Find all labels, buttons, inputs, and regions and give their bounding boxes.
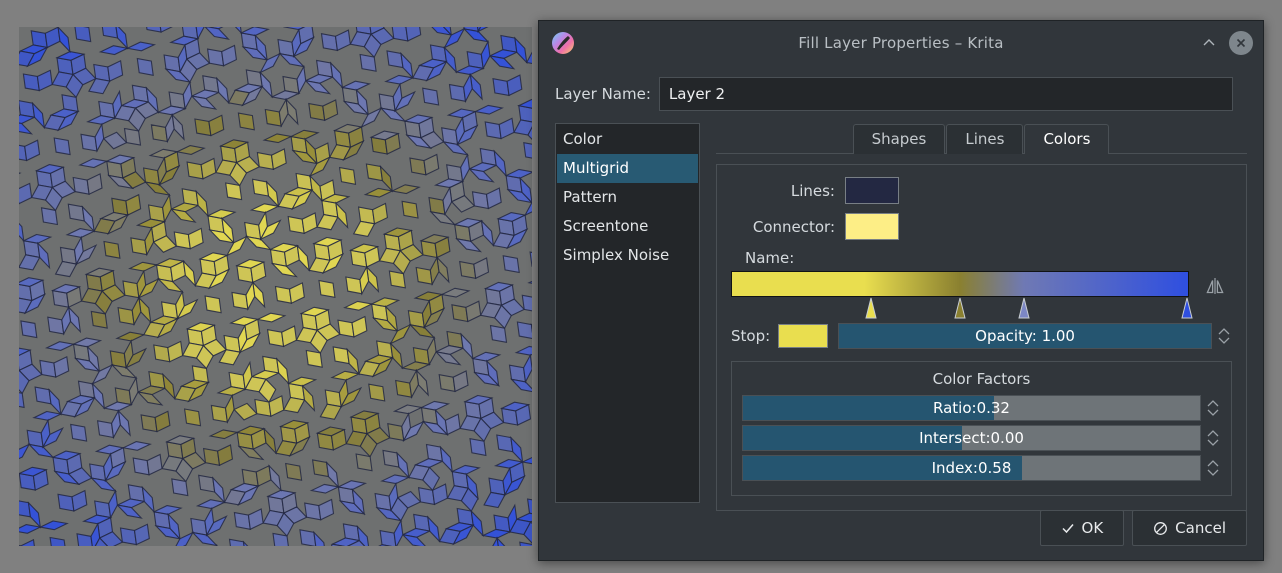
ratio-spinner[interactable] [1205, 395, 1221, 421]
canvas-area[interactable] [0, 0, 533, 573]
color-factors-group: Color Factors Ratio:0.32 [731, 361, 1232, 496]
generator-item-color[interactable]: Color [557, 125, 698, 154]
gradient-stop-marker[interactable] [863, 297, 879, 319]
multigrid-pattern-canvas[interactable] [19, 27, 532, 546]
chevron-up-icon [1207, 460, 1219, 467]
lines-color-swatch[interactable] [845, 177, 899, 204]
chevron-down-icon [1218, 337, 1230, 344]
generator-item-label: Screentone [563, 217, 648, 235]
opacity-slider[interactable]: Opacity: 1.00 [838, 323, 1212, 349]
flip-horizontal-icon[interactable] [1198, 271, 1232, 301]
multigrid-tiling-image [19, 27, 532, 546]
gradient-stop-marker[interactable] [1016, 297, 1032, 319]
generator-item-label: Pattern [563, 188, 617, 206]
chevron-down-icon [1207, 409, 1219, 416]
close-icon[interactable] [1229, 31, 1253, 55]
color-factors-title: Color Factors [742, 370, 1221, 388]
cancel-button-label: Cancel [1175, 519, 1226, 537]
dialog-titlebar[interactable]: Fill Layer Properties – Krita [539, 21, 1263, 65]
chevron-down-icon [1207, 469, 1219, 476]
tab-colors[interactable]: Colors [1024, 124, 1109, 154]
gradient-preview-bar[interactable] [731, 271, 1189, 297]
gradient-stop-marker[interactable] [952, 297, 968, 319]
tab-shapes[interactable]: Shapes [853, 124, 946, 154]
tab-lines[interactable]: Lines [946, 124, 1023, 154]
opacity-spinner[interactable] [1216, 323, 1232, 349]
generator-item-simplex-noise[interactable]: Simplex Noise [557, 241, 698, 270]
chevron-down-icon [1207, 439, 1219, 446]
generator-item-multigrid[interactable]: Multigrid [557, 154, 698, 183]
intersect-row: Intersect:0.00 [742, 425, 1221, 451]
ratio-slider[interactable]: Ratio:0.32 [742, 395, 1201, 421]
index-value-label: Index:0.58 [743, 456, 1200, 480]
cancel-button[interactable]: Cancel [1132, 510, 1247, 546]
layer-name-label: Layer Name: [555, 85, 651, 103]
colors-tab-panel: Lines: Connector: Name: [716, 164, 1247, 511]
ratio-row: Ratio:0.32 [742, 395, 1221, 421]
krita-logo-icon [551, 31, 575, 55]
no-entry-icon [1153, 521, 1168, 536]
generator-item-label: Simplex Noise [563, 246, 669, 264]
connector-color-row: Connector: [731, 213, 1232, 240]
chevron-up-icon[interactable] [1197, 31, 1221, 55]
chevron-up-icon [1207, 430, 1219, 437]
intersect-slider[interactable]: Intersect:0.00 [742, 425, 1201, 451]
generator-item-label: Multigrid [563, 159, 629, 177]
opacity-value-label: Opacity: 1.00 [839, 324, 1211, 348]
tab-label: Lines [965, 130, 1004, 148]
ok-button[interactable]: OK [1040, 510, 1125, 546]
lines-color-row: Lines: [731, 177, 1232, 204]
check-icon [1061, 521, 1075, 535]
generator-item-label: Color [563, 130, 602, 148]
gradient-editor[interactable] [731, 271, 1189, 321]
gradient-name-label: Name: [745, 249, 1232, 267]
dialog-button-box: OK Cancel [1040, 510, 1247, 546]
index-row: Index:0.58 [742, 455, 1221, 481]
ratio-value-label: Ratio:0.32 [743, 396, 1200, 420]
tab-bar: Shapes Lines Colors [716, 123, 1247, 154]
connector-color-swatch[interactable] [845, 213, 899, 240]
dialog-title: Fill Layer Properties – Krita [539, 34, 1263, 52]
generator-item-pattern[interactable]: Pattern [557, 183, 698, 212]
intersect-value-label: Intersect:0.00 [743, 426, 1200, 450]
stop-label: Stop: [731, 327, 770, 345]
fill-layer-properties-dialog: Fill Layer Properties – Krita Layer Name… [538, 20, 1264, 561]
index-spinner[interactable] [1205, 455, 1221, 481]
generator-list[interactable]: Color Multigrid Pattern Screentone Simpl… [555, 123, 700, 503]
chevron-up-icon [1207, 400, 1219, 407]
stop-color-swatch[interactable] [778, 324, 828, 348]
intersect-spinner[interactable] [1205, 425, 1221, 451]
connector-color-label: Connector: [731, 218, 835, 236]
tab-label: Colors [1043, 130, 1090, 148]
generator-item-screentone[interactable]: Screentone [557, 212, 698, 241]
tab-label: Shapes [872, 130, 927, 148]
lines-color-label: Lines: [731, 182, 835, 200]
chevron-up-icon [1218, 328, 1230, 335]
gradient-stop-handles[interactable] [731, 297, 1189, 321]
gradient-stop-marker[interactable] [1179, 297, 1195, 319]
layer-name-input[interactable] [659, 77, 1233, 111]
index-slider[interactable]: Index:0.58 [742, 455, 1201, 481]
layer-name-row: Layer Name: [555, 77, 1233, 111]
ok-button-label: OK [1082, 519, 1104, 537]
